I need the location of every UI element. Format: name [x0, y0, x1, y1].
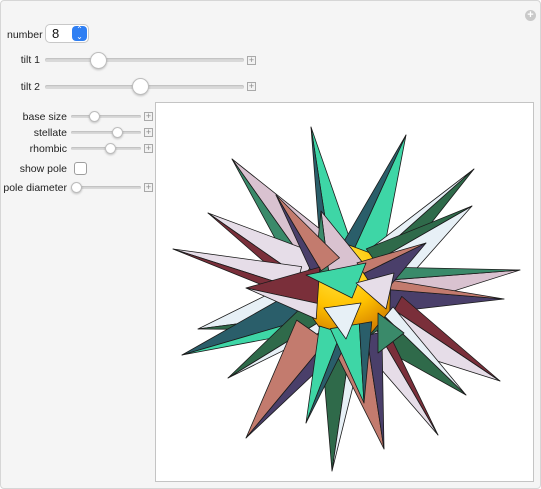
tilt2-slider-thumb[interactable]: [132, 78, 150, 95]
base-size-slider-thumb[interactable]: [88, 111, 100, 122]
pole-diameter-label: pole diameter: [3, 182, 67, 194]
stellated-polyhedron-graphic[interactable]: [156, 103, 533, 481]
base-size-add-button[interactable]: +: [144, 112, 153, 121]
stellate-slider[interactable]: [71, 131, 141, 134]
tilt1-slider-thumb[interactable]: [90, 52, 108, 69]
show-pole-label: show pole: [19, 163, 67, 175]
graphics-viewport[interactable]: [155, 102, 534, 482]
rhombic-slider-thumb[interactable]: [104, 143, 116, 154]
tilt2-add-button[interactable]: +: [247, 82, 256, 91]
stellate-slider-thumb[interactable]: [111, 127, 123, 138]
chevron-updown-icon[interactable]: ⌃ ⌄: [72, 26, 87, 41]
tilt2-label: tilt 2: [20, 81, 40, 93]
pole-diameter-slider-thumb[interactable]: [71, 182, 83, 193]
stellate-add-button[interactable]: +: [144, 128, 153, 137]
tilt1-label: tilt 1: [20, 54, 40, 66]
rhombic-add-button[interactable]: +: [144, 144, 153, 153]
number-label: number: [7, 29, 43, 41]
manipulate-panel: + number 8 ⌃ ⌄ tilt 1 + tilt 2 + base siz…: [0, 0, 541, 489]
show-pole-checkbox[interactable]: [74, 162, 87, 175]
base-size-label: base size: [22, 111, 67, 123]
pole-diameter-add-button[interactable]: +: [144, 183, 153, 192]
number-select[interactable]: 8 ⌃ ⌄: [45, 24, 89, 43]
tilt1-add-button[interactable]: +: [247, 56, 256, 65]
tilt1-slider[interactable]: [45, 58, 244, 62]
stellate-label: stellate: [33, 127, 67, 139]
base-size-slider[interactable]: [71, 115, 141, 118]
number-value: 8: [52, 26, 60, 41]
rhombic-label: rhombic: [29, 143, 67, 155]
options-plus-icon[interactable]: +: [525, 10, 536, 21]
